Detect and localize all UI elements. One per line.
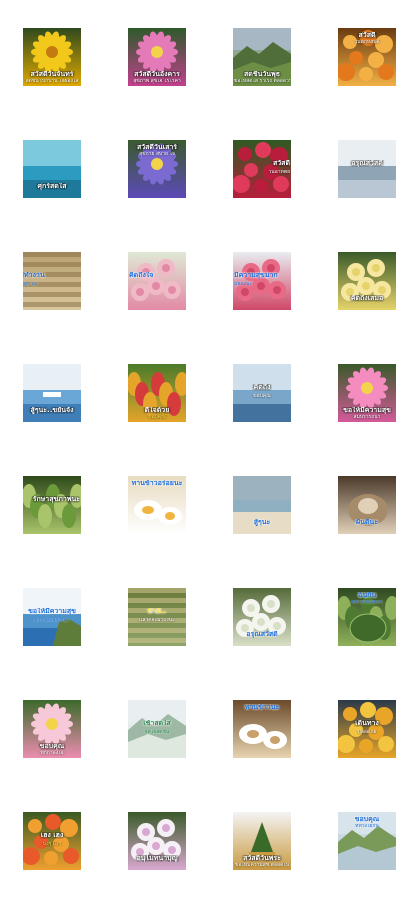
sticker-s08[interactable]: อรุณสวัสดิ์ — [338, 140, 396, 198]
sticker-caption: ขอบคุณ — [354, 816, 380, 823]
sticker-s26[interactable]: เช้าสดใสจิตใจสดชื่น — [128, 700, 186, 758]
sticker-caption: ขอบคุณ — [39, 742, 65, 750]
sticker-subcaption: ขอบคุณ — [148, 414, 166, 420]
sticker-photo — [233, 252, 291, 310]
sticker-caption: สวัสดีวันจันทร์ — [30, 70, 74, 78]
sticker-s24[interactable]: ฉันกิน ผลไม้ได้เรื่อยๆ — [338, 588, 396, 646]
sticker-s06[interactable]: สวัสดีวันเสาร์ สุขกาย สบาย ใจ — [128, 140, 186, 198]
sticker-s19[interactable]: สู้ๆนะ — [233, 476, 291, 534]
sticker-subcaption: ปลอดภัย — [357, 730, 377, 735]
sticker-caption: อรุณสวัสดิ์ — [246, 630, 278, 638]
sticker-subcaption: ขอให้มีความสุข ตลอดไป — [234, 862, 290, 868]
sticker-subcaption: สู้ๆ นะ — [24, 282, 38, 287]
sticker-caption: สู้ๆนะ — [253, 518, 271, 526]
sticker-subcaption: ผลไม้ได้เรื่อยๆ — [351, 600, 383, 605]
sticker-caption: สู้ๆนะ..ขยันจัง — [30, 406, 74, 414]
sticker-photo — [23, 812, 81, 870]
sticker-caption: สวัสดีวันอังคาร — [134, 70, 180, 78]
sticker-subcaption: ขอบคุณ — [253, 394, 271, 399]
sticker-caption: เช้าสดใส — [143, 720, 171, 727]
sticker-caption: ทำงาน — [24, 272, 45, 279]
sticker-caption: ทานข้าวนะ — [244, 704, 280, 711]
sticker-s16[interactable]: ขอให้มีความสุข สมปรารถนา — [338, 364, 396, 422]
sticker-s14[interactable]: ดีใจด้วย ขอบคุณ — [128, 364, 186, 422]
sticker-subcaption: ที่ห่วงใยกัน — [355, 824, 379, 829]
sticker-photo — [128, 252, 186, 310]
sticker-subcaption: อากาศดีจริงๆนะ — [34, 618, 70, 623]
sticker-s21[interactable]: ขอให้มีความสุขอากาศดีจริงๆนะ — [23, 588, 81, 646]
sticker-s30[interactable]: อนุโมทนาบุญ — [128, 812, 186, 870]
sticker-s04[interactable]: สวัสดี วันพฤหัสบดี — [338, 28, 396, 86]
sticker-caption: อนุโมทนาบุญ — [136, 854, 178, 862]
sticker-photo — [233, 140, 291, 198]
sticker-s12[interactable]: คิดถึงเสมอ — [338, 252, 396, 310]
sticker-caption: ศุกร์สดใส — [37, 182, 67, 190]
sticker-subcaption: วันอาทิตย์ — [268, 170, 290, 175]
sticker-s32[interactable]: ขอบคุณ ที่ห่วงใยกัน — [338, 812, 396, 870]
sticker-caption: ดีใจด้วย — [144, 406, 170, 414]
sticker-caption: คิดถึงเสมอ — [350, 294, 384, 302]
sticker-s02[interactable]: สวัสดีวันอังคาร สุขภาพ สุขใจ ไร้โรคา — [128, 28, 186, 86]
sticker-grid: สวัสดีวันจันทร์ สดชื่น เบิกบาน ใจผ่องใส ส… — [0, 0, 420, 897]
sticker-photo — [23, 252, 81, 310]
sticker-caption: ทานข้าวอร่อยนะ — [131, 480, 183, 487]
sticker-photo — [128, 588, 186, 646]
sticker-s28[interactable]: เดินทางปลอดภัย — [338, 700, 396, 758]
sticker-caption: ฉันกิน — [357, 592, 377, 599]
sticker-photo — [23, 588, 81, 646]
sticker-caption: อรุณสวัสดิ์ — [351, 160, 383, 167]
sticker-caption: สวัสดี — [272, 160, 290, 167]
sticker-caption: สวัสดีวันพระ — [243, 854, 281, 862]
sticker-s11[interactable]: มีความสุขมากมีพลังนะ — [233, 252, 291, 310]
sticker-s10[interactable]: คิดถึงใจ — [128, 252, 186, 310]
sticker-s18[interactable]: ทานข้าวอร่อยนะ — [128, 476, 186, 534]
sticker-caption: สวัสดี — [358, 32, 376, 39]
sticker-subcaption: สุขภาพ สุขใจ ไร้โรคา — [133, 78, 181, 84]
sticker-photo — [338, 140, 396, 198]
sticker-s01[interactable]: สวัสดีวันจันทร์ สดชื่น เบิกบาน ใจผ่องใส — [23, 28, 81, 86]
sticker-s23[interactable]: อรุณสวัสดิ์ — [233, 588, 291, 646]
sticker-photo — [128, 700, 186, 758]
sticker-photo — [233, 364, 291, 422]
sticker-subcaption: ปังๆ ปังๆ — [42, 842, 62, 847]
sticker-s20[interactable]: ฝันดีนะ — [338, 476, 396, 534]
sticker-s05[interactable]: ศุกร์สดใส — [23, 140, 81, 198]
sticker-caption: คิดถึงใจ — [129, 272, 154, 279]
sticker-subcaption: ทุกกำลังใจ — [40, 750, 64, 756]
sticker-s09[interactable]: ทำงานสู้ๆ นะ — [23, 252, 81, 310]
sticker-caption: ฝันดีนะ — [356, 518, 378, 526]
sticker-caption: รักษาสุขภาพนะ — [32, 496, 80, 503]
sticker-subcaption: สมปรารถนา — [353, 414, 381, 420]
sticker-s03[interactable]: สดชื่นวันพุธ ขอให้สดใส ร่าเริง ตลอดวัน — [233, 28, 291, 86]
sticker-subcaption: แล้วดีจะมาถึงนะ — [139, 618, 175, 623]
sticker-s13[interactable]: สู้ๆนะ..ขยันจัง — [23, 364, 81, 422]
sticker-subcaption: สดชื่น เบิกบาน ใจผ่องใส — [25, 78, 79, 84]
sticker-s07[interactable]: สวัสดีวันอาทิตย์ — [233, 140, 291, 198]
sticker-photo — [338, 700, 396, 758]
sticker-caption: คิดถึง — [253, 384, 271, 391]
sticker-s22[interactable]: ทำดี.. แล้วดีจะมาถึงนะ — [128, 588, 186, 646]
sticker-s15[interactable]: คิดถึงขอบคุณ — [233, 364, 291, 422]
sticker-caption: ขอให้มีความสุข — [28, 608, 76, 615]
sticker-caption: เฮง เฮง — [40, 832, 64, 839]
sticker-caption: เดินทาง — [355, 720, 379, 727]
sticker-caption: มีความสุขมาก — [234, 272, 278, 279]
sticker-caption: ทำดี.. — [147, 608, 167, 615]
sticker-caption: สดชื่นวันพุธ — [244, 70, 280, 78]
sticker-s27[interactable]: ทานข้าวนะ — [233, 700, 291, 758]
sticker-subcaption: วันพฤหัสบดี — [354, 40, 380, 45]
sticker-s17[interactable]: รักษาสุขภาพนะ — [23, 476, 81, 534]
sticker-subcaption: สุขกาย สบาย ใจ — [139, 152, 175, 157]
sticker-s25[interactable]: ขอบคุณ ทุกกำลังใจ — [23, 700, 81, 758]
sticker-subcaption: มีพลังนะ — [234, 282, 253, 287]
sticker-photo — [23, 476, 81, 534]
sticker-caption: สวัสดีวันเสาร์ — [136, 144, 178, 151]
sticker-caption: ขอให้มีความสุข — [343, 406, 391, 414]
sticker-subcaption: จิตใจสดชื่น — [144, 730, 170, 735]
sticker-subcaption: ขอให้สดใส ร่าเริง ตลอดวัน — [234, 78, 290, 84]
sticker-s29[interactable]: เฮง เฮงปังๆ ปังๆ — [23, 812, 81, 870]
sticker-s31[interactable]: สวัสดีวันพระ ขอให้มีความสุข ตลอดไป — [233, 812, 291, 870]
